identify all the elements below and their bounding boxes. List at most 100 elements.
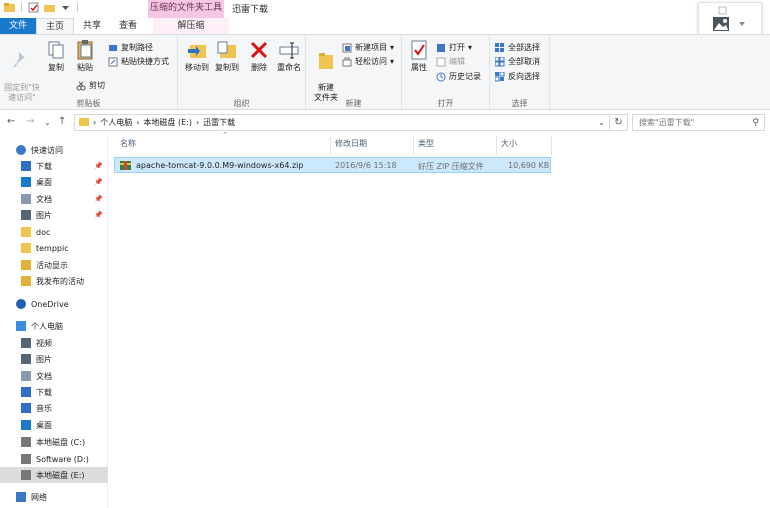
tab-file[interactable]: 文件 [0,18,37,34]
paste-shortcut-button[interactable]: 粘贴快捷方式 [108,56,169,67]
document-icon [21,371,31,381]
up-arrow-icon[interactable]: ↑ [58,116,66,127]
breadcrumb-folder[interactable]: 迅雷下载 [203,117,235,128]
cut-button[interactable]: 剪切 [76,80,105,91]
sidebar-item[interactable]: 视频 [0,335,108,351]
sidebar-item[interactable]: 本地磁盘 (C:) [0,434,108,450]
breadcrumb-separator-icon[interactable]: › [136,118,139,127]
breadcrumb-pc[interactable]: 个人电脑 [100,117,132,128]
sidebar-item-label: 桌面 [36,420,52,430]
sidebar-item[interactable]: 本地磁盘 (E:) [0,467,108,483]
breadcrumb-separator-icon[interactable]: › [93,118,96,127]
sidebar-item[interactable]: OneDrive [0,296,108,312]
sidebar-item[interactable]: 网络 [0,489,108,505]
new-item-label: 新建项目 [355,43,387,52]
column-header-type[interactable]: 类型 [418,136,496,156]
select-none-button[interactable]: 全部取消 [494,56,540,67]
sidebar-item-label: 桌面 [36,177,52,187]
pin-icon[interactable]: 📌 [94,211,103,219]
select-all-button[interactable]: 全部选择 [495,42,540,53]
copy-path-button[interactable]: 复制路径 [108,42,153,53]
tab-view[interactable]: 查看 [110,18,146,34]
address-bar[interactable]: › 个人电脑 › 本地磁盘 (E:) › 迅雷下载 ⌄ [74,114,610,131]
sidebar-item[interactable]: 活动显示 [0,257,108,273]
dropdown-arrow-icon: ▾ [468,43,473,52]
easy-access-button[interactable]: 轻松访问 ▾ [342,56,394,67]
column-header-name[interactable]: 名称 [120,136,330,156]
new-folder-icon [319,53,333,69]
invert-selection-button[interactable]: 反向选择 [494,71,540,82]
copy-button[interactable]: 复制 [44,39,68,73]
delete-button[interactable]: 删除 [246,39,272,73]
sidebar-item-label: 图片 [36,210,52,220]
sidebar-item[interactable]: 桌面 📌 [0,174,108,190]
customize-qat-icon[interactable] [60,2,71,13]
search-input[interactable]: 搜索"迅雷下载" ⚲ [632,114,765,131]
paste-button[interactable]: 粘贴 [72,39,98,73]
move-to-icon [188,45,206,58]
refresh-icon: ↻ [614,117,623,128]
paste-icon [77,40,93,60]
sidebar-item[interactable]: 文档 [0,368,108,384]
sidebar-item[interactable]: 下载 📌 [0,158,108,174]
properties-icon[interactable] [28,2,39,13]
history-icon [436,72,446,82]
sidebar-item[interactable]: 我发布的活动 [0,273,108,289]
new-item-button[interactable]: 新建项目 ▾ [342,42,394,53]
pin-icon[interactable]: 📌 [94,195,103,203]
move-to-button[interactable]: 移动到 [182,39,212,73]
copy-label: 复制 [48,63,64,72]
sidebar-item[interactable]: doc [0,224,108,240]
new-folder-icon[interactable] [44,2,56,13]
quick-access-toolbar: | | [4,2,79,13]
tab-home[interactable]: 主页 [36,18,75,34]
edit-button[interactable]: 编辑 [436,56,465,67]
history-button[interactable]: 历史记录 [436,71,481,82]
group-organize: 移动到 复制到 删除 重命名 组织 [178,35,306,111]
tab-extract[interactable]: 解压缩 [153,18,230,34]
table-row[interactable]: apache-tomcat-9.0.0.M9-windows-x64.zip 2… [114,157,551,173]
sidebar-item[interactable]: 快速访问 [0,142,108,158]
group-label-clipboard: 剪贴板 [76,99,101,108]
sidebar-item[interactable]: Software (D:) [0,451,108,467]
sidebar-item[interactable]: 桌面 [0,417,108,433]
breadcrumb-drive-e[interactable]: 本地磁盘 (E:) [143,117,192,128]
breadcrumb-separator-icon[interactable]: › [196,118,199,127]
address-dropdown-icon[interactable]: ⌄ [598,118,605,127]
sidebar-item[interactable]: 个人电脑 [0,318,108,334]
sidebar-item-label: 本地磁盘 (C:) [36,437,86,447]
column-divider[interactable] [330,136,331,155]
properties-button[interactable]: 属性 [406,39,432,73]
refresh-button[interactable]: ↻ [610,114,628,131]
pin-quick-access-button[interactable]: 固定到"快 速访问" [2,39,42,103]
group-open: 属性 打开 ▾ 编辑 历史记录 打开 [402,35,490,111]
file-modified: 2016/9/6 15:18 [335,161,397,170]
pin-icon[interactable]: 📌 [94,162,103,170]
sidebar-item[interactable]: 音乐 [0,400,108,416]
recent-locations-icon[interactable]: ⌄ [44,118,51,127]
paste-shortcut-icon [108,57,118,67]
delete-label: 删除 [251,63,267,72]
pin-icon[interactable]: 📌 [94,178,103,186]
back-arrow-icon[interactable]: ← [7,116,15,127]
column-divider[interactable] [413,136,414,155]
drive-icon [21,437,31,447]
copy-to-button[interactable]: 复制到 [212,39,242,73]
open-button[interactable]: 打开 ▾ [436,42,472,53]
new-folder-button[interactable]: 新建 文件夹 [310,39,342,103]
column-header-modified[interactable]: 修改日期 [335,136,413,156]
tab-share[interactable]: 共享 [74,18,110,34]
sidebar-item[interactable]: 图片 📌 [0,207,108,223]
window-title: 迅雷下载 [232,5,269,15]
sidebar-item[interactable]: temppic [0,240,108,256]
sidebar-item[interactable]: 图片 [0,351,108,367]
rename-button[interactable]: 重命名 [274,39,304,73]
search-icon[interactable]: ⚲ [752,116,759,131]
forward-arrow-icon[interactable]: → [26,116,34,127]
column-divider[interactable] [551,136,552,155]
sidebar-item[interactable]: 文档 📌 [0,191,108,207]
document-icon [21,194,31,204]
column-header-size[interactable]: 大小 [501,136,551,156]
sidebar-item[interactable]: 下载 [0,384,108,400]
column-divider[interactable] [496,136,497,155]
